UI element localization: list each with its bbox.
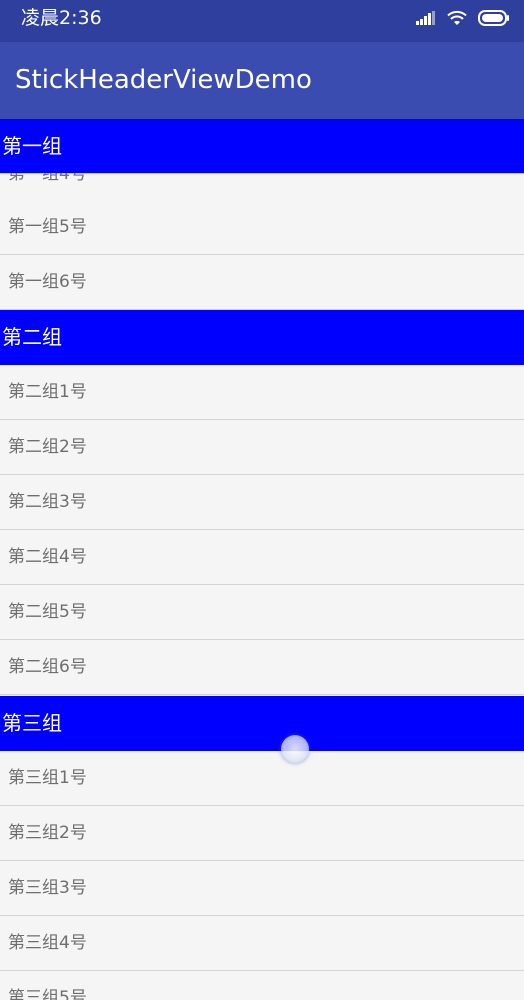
list-item-label: 第三组4号 [8,933,87,953]
list-item-label: 第三组2号 [8,823,87,843]
group-header: 第二组 [0,310,524,365]
list-item-label: 第三组1号 [8,768,87,788]
list-item[interactable]: 第二组4号 [0,530,524,585]
list-item-label: 第二组3号 [8,492,87,512]
list-item[interactable]: 第二组3号 [0,475,524,530]
list-item[interactable]: 第二组2号 [0,420,524,475]
battery-icon [478,10,509,26]
sticky-group-header-label: 第一组 [2,134,62,158]
list-item-label: 第二组1号 [8,382,87,402]
list-item[interactable]: 第三组1号 [0,751,524,806]
group-header: 第三组 [0,696,524,751]
app-title: StickHeaderViewDemo [15,65,312,95]
list-item-label: 第一组6号 [8,272,87,292]
group-header-label: 第三组 [2,711,62,735]
sticky-group-header: 第一组 [0,119,524,173]
list-item[interactable]: 第三组4号 [0,916,524,971]
wifi-icon [447,10,467,25]
list-item[interactable]: 第二组6号 [0,640,524,695]
list-item-label: 第三组3号 [8,878,87,898]
list-item[interactable]: 第三组2号 [0,806,524,861]
signal-icon [416,11,435,25]
list-item[interactable]: 第二组1号 [0,365,524,420]
status-icons [416,7,510,29]
list-item[interactable]: 第一组5号 [0,200,524,255]
touch-indicator [281,735,309,763]
list-item[interactable]: 第二组5号 [0,585,524,640]
list-item[interactable]: 第一组6号 [0,255,524,310]
list-item-label: 第一组5号 [8,217,87,237]
list-item[interactable]: 第三组3号 [0,861,524,916]
grouped-list[interactable]: 第一组4号 第一组5号 第一组6号 第二组 第二组1号 第二组2号 第二组3号 … [0,119,524,1000]
status-time: 凌晨2:36 [21,7,102,29]
status-bar: 凌晨2:36 [0,0,524,42]
list-item-label: 第二组5号 [8,602,87,622]
list-item-label: 第二组2号 [8,437,87,457]
app-bar: StickHeaderViewDemo [0,42,524,119]
list-item-label: 第三组5号 [8,988,87,1000]
list-item[interactable]: 第三组5号 [0,971,524,1000]
list-item-label: 第二组6号 [8,657,87,677]
group-header-label: 第二组 [2,325,62,349]
list-item-label: 第二组4号 [8,547,87,567]
